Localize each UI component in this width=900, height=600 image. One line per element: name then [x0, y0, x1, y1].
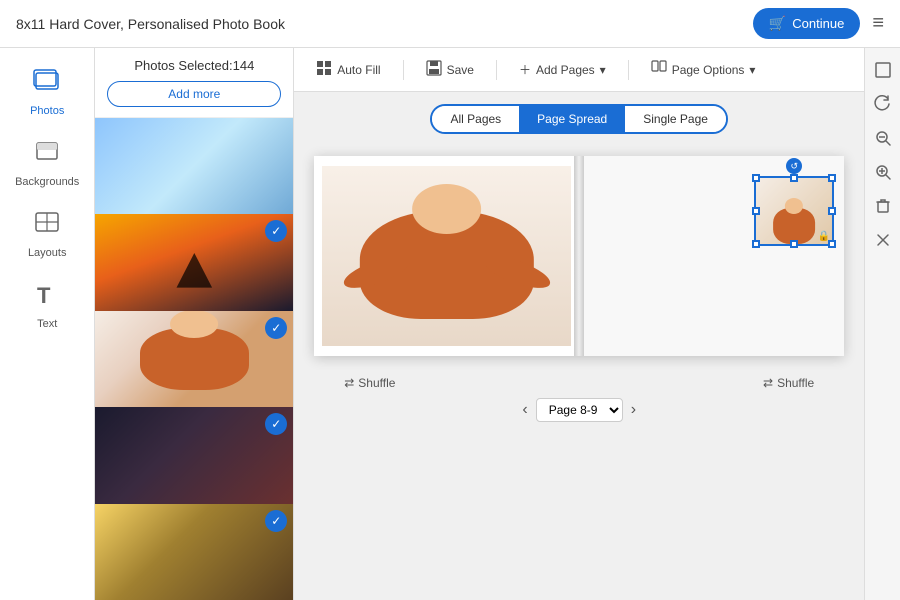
shuffle-left-icon: ⇄	[344, 376, 354, 390]
book-right-page: ↺ 🔒	[579, 156, 844, 356]
next-page-button[interactable]: ›	[631, 401, 636, 419]
sidebar-item-text[interactable]: T Text	[0, 269, 94, 340]
main-layout: Photos Backgrounds Layouts	[0, 48, 900, 600]
page-select[interactable]: Page 8-9	[536, 398, 623, 422]
autofill-icon	[316, 60, 332, 79]
prev-page-button[interactable]: ‹	[522, 401, 527, 419]
page-options-chevron-icon: ▾	[749, 63, 755, 77]
page-options-icon	[651, 60, 667, 79]
right-panel: Auto Fill Save ＋ Add Pages ▾ Page Optio	[294, 48, 864, 600]
zoom-in-button[interactable]	[868, 158, 898, 188]
sidebar: Photos Backgrounds Layouts	[0, 48, 95, 600]
canvas-area: ↺ 🔒 ⇄ Shuffl	[294, 146, 864, 600]
text-icon: T	[33, 279, 61, 314]
page-title: 8x11 Hard Cover, Personalised Photo Book	[16, 16, 285, 32]
add-pages-icon: ＋	[519, 61, 531, 78]
book-spine	[574, 156, 584, 356]
backgrounds-icon	[33, 137, 61, 172]
photo-check-icon: ✓	[265, 317, 287, 339]
resize-handle-tr[interactable]	[828, 174, 836, 182]
zoom-out-button[interactable]	[868, 124, 898, 154]
menu-icon[interactable]: ≡	[872, 12, 884, 35]
book-spread: ↺ 🔒	[314, 156, 844, 356]
resize-handle-bl[interactable]	[752, 240, 760, 248]
close-icon	[874, 231, 892, 252]
header-actions: 🛒 Continue ≡	[753, 8, 884, 39]
cart-icon: 🛒	[769, 15, 786, 32]
toolbar: Auto Fill Save ＋ Add Pages ▾ Page Optio	[294, 48, 864, 92]
list-item[interactable]	[95, 118, 293, 214]
list-item[interactable]: ✓	[95, 214, 293, 310]
continue-button[interactable]: 🛒 Continue	[753, 8, 860, 39]
delete-button[interactable]	[868, 192, 898, 222]
page-options-button[interactable]: Page Options ▾	[645, 56, 762, 83]
resize-handle-lm[interactable]	[752, 207, 760, 215]
divider	[403, 60, 404, 80]
autofill-button[interactable]: Auto Fill	[310, 56, 386, 83]
rotate-tool-button[interactable]	[868, 90, 898, 120]
rotate-handle[interactable]: ↺	[786, 158, 802, 174]
photos-selected-count: Photos Selected:144	[134, 58, 254, 73]
add-pages-button[interactable]: ＋ Add Pages ▾	[513, 57, 612, 82]
tab-page-spread[interactable]: Page Spread	[519, 106, 625, 132]
resize-handle-tl[interactable]	[752, 174, 760, 182]
zoom-out-icon	[874, 129, 892, 150]
save-button[interactable]: Save	[420, 56, 480, 83]
book-left-page	[314, 156, 579, 356]
sidebar-item-layouts[interactable]: Layouts	[0, 198, 94, 269]
rotate-icon	[874, 95, 892, 116]
divider	[496, 60, 497, 80]
crop-tool-button[interactable]	[868, 56, 898, 86]
trash-icon	[874, 197, 892, 218]
sidebar-item-backgrounds-label: Backgrounds	[15, 176, 79, 188]
tab-all-pages[interactable]: All Pages	[432, 106, 519, 132]
photo-panel-header: Photos Selected:144 Add more	[95, 48, 293, 118]
add-pages-chevron-icon: ▾	[600, 63, 606, 77]
header: 8x11 Hard Cover, Personalised Photo Book…	[0, 0, 900, 48]
selected-photo-box[interactable]: ↺ 🔒	[754, 176, 834, 246]
crop-icon	[874, 61, 892, 82]
page-nav: ‹ Page 8-9 ›	[522, 398, 636, 422]
resize-handle-bm[interactable]	[790, 240, 798, 248]
resize-handle-rm[interactable]	[828, 207, 836, 215]
list-item[interactable]: ✓	[95, 504, 293, 600]
bottom-controls: ⇄ Shuffle ⇄ Shuffle	[314, 368, 844, 398]
zoom-in-icon	[874, 163, 892, 184]
svg-text:T: T	[37, 283, 51, 307]
divider	[628, 60, 629, 80]
sidebar-item-text-label: Text	[37, 318, 57, 330]
tab-single-page[interactable]: Single Page	[625, 106, 726, 132]
photo-panel: Photos Selected:144 Add more ✓	[95, 48, 294, 600]
close-tool-button[interactable]	[868, 226, 898, 256]
list-item[interactable]: ✓	[95, 407, 293, 503]
save-icon	[426, 60, 442, 79]
photos-icon	[33, 66, 61, 101]
sidebar-item-layouts-label: Layouts	[28, 247, 67, 259]
view-tabs: All Pages Page Spread Single Page	[294, 92, 864, 146]
shuffle-right-icon: ⇄	[763, 376, 773, 390]
photo-check-icon: ✓	[265, 510, 287, 532]
right-tools	[864, 48, 900, 600]
lock-icon: 🔒	[818, 231, 830, 242]
shuffle-left-button[interactable]: ⇄ Shuffle	[344, 376, 395, 390]
tab-group: All Pages Page Spread Single Page	[430, 104, 727, 134]
list-item[interactable]: ✓	[95, 311, 293, 407]
sidebar-item-photos[interactable]: Photos	[0, 56, 94, 127]
sidebar-item-backgrounds[interactable]: Backgrounds	[0, 127, 94, 198]
resize-handle-tm[interactable]	[790, 174, 798, 182]
shuffle-right-button[interactable]: ⇄ Shuffle	[763, 376, 814, 390]
sidebar-item-photos-label: Photos	[30, 105, 64, 117]
layouts-icon	[33, 208, 61, 243]
add-more-button[interactable]: Add more	[107, 81, 281, 107]
photo-grid: ✓ ✓ ✓ ✓	[95, 118, 293, 600]
